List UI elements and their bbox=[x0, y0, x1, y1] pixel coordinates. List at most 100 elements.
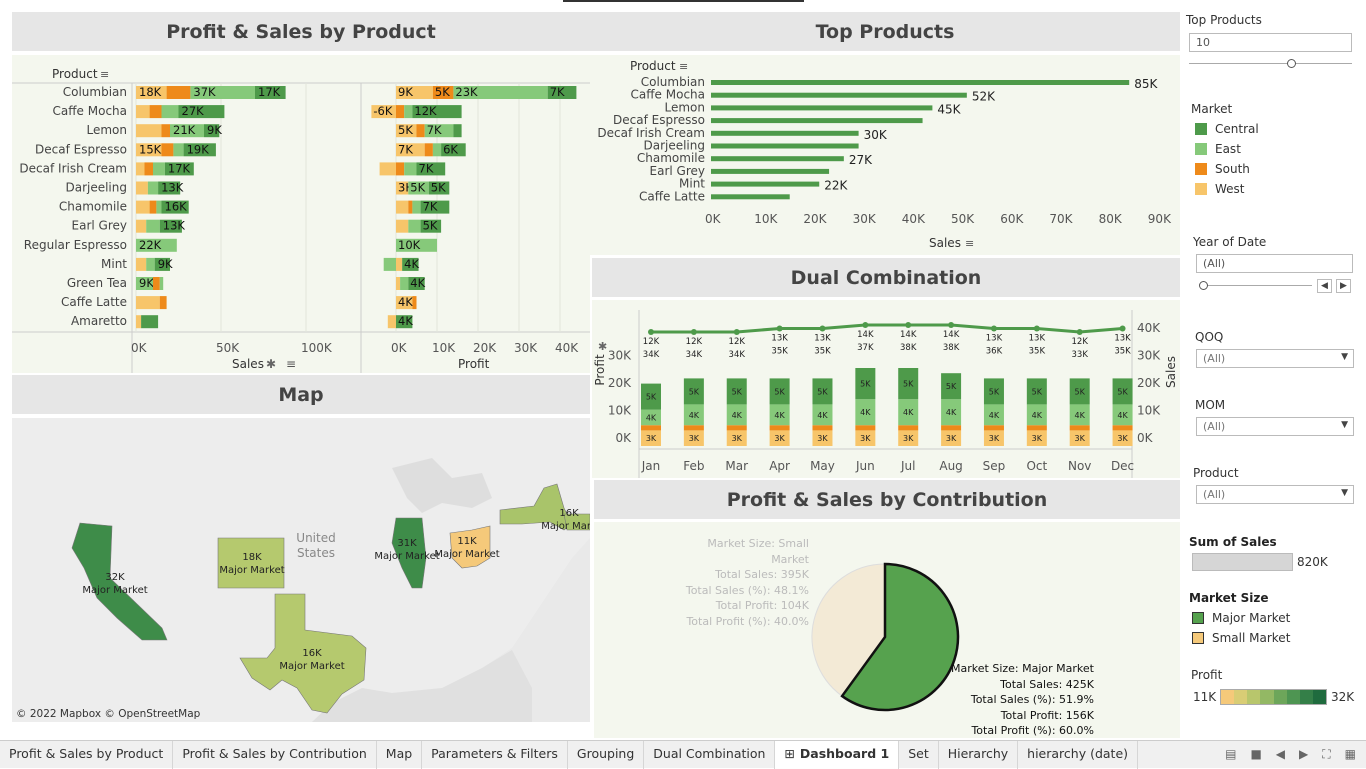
profit-sales-chart[interactable]: Product ≡0K 50K 100K 0K 10K 20K 30K 40KSales ✱ ≡ Pr… bbox=[12, 55, 590, 373]
profit-bar-segment[interactable] bbox=[408, 219, 421, 233]
bar-segment[interactable] bbox=[812, 425, 833, 431]
bar-segment[interactable] bbox=[683, 425, 704, 431]
product-dropdown[interactable]: (All) ▼ bbox=[1196, 485, 1354, 504]
product-label[interactable]: Decaf Espresso bbox=[35, 142, 127, 156]
mom-dropdown[interactable]: (All) ▼ bbox=[1196, 417, 1354, 436]
sales-bar-segment[interactable] bbox=[161, 143, 174, 157]
sales-bar-segment[interactable] bbox=[149, 200, 157, 214]
trend-point[interactable] bbox=[1119, 325, 1126, 332]
legend-west[interactable]: West bbox=[1195, 182, 1245, 196]
top-product-bar[interactable] bbox=[711, 130, 859, 136]
top-product-bar[interactable] bbox=[711, 80, 1130, 85]
product-label[interactable]: Earl Grey bbox=[72, 219, 127, 233]
map-panel[interactable]: 32K Major Market 18K Major Market 16K Major M… bbox=[12, 418, 590, 722]
tab-map[interactable]: Map bbox=[377, 740, 423, 769]
top-products-chart[interactable]: Product ≡Columbian 85KCaffe Mocha 52KLemon 4… bbox=[590, 55, 1180, 255]
legend-major-market[interactable]: Major Market bbox=[1192, 611, 1290, 625]
product-label[interactable]: Caffe Latte bbox=[61, 295, 127, 309]
year-prev-button[interactable]: ◀ bbox=[1317, 279, 1332, 293]
sales-bar-segment[interactable] bbox=[161, 124, 171, 138]
profit-bar-segment[interactable] bbox=[396, 200, 409, 214]
trend-point[interactable] bbox=[862, 322, 869, 328]
trend-point[interactable] bbox=[776, 325, 783, 332]
tab-profit-sales-product[interactable]: Profit & Sales by Product bbox=[0, 740, 174, 769]
product-label[interactable]: Amaretto bbox=[71, 314, 127, 328]
profit-bar-segment[interactable] bbox=[396, 277, 401, 290]
fit-screen-icon[interactable]: ⛶ bbox=[1322, 747, 1330, 762]
tab-grouping[interactable]: Grouping bbox=[568, 740, 645, 769]
grid-view-icon[interactable]: ▦ bbox=[1345, 747, 1356, 762]
profit-bar-segment[interactable] bbox=[404, 105, 413, 119]
legend-small-market[interactable]: Small Market bbox=[1192, 631, 1290, 645]
sort-icon[interactable]: ≡ bbox=[679, 60, 688, 73]
profit-bar-segment[interactable] bbox=[379, 162, 396, 176]
trend-point[interactable] bbox=[648, 329, 654, 335]
profit-bar-segment[interactable] bbox=[416, 124, 425, 138]
sales-bar-segment[interactable] bbox=[173, 143, 184, 157]
product-label[interactable]: Regular Espresso bbox=[24, 238, 127, 252]
sort-icon[interactable]: ≡ bbox=[286, 357, 296, 371]
profit-bar-segment[interactable] bbox=[453, 124, 462, 138]
product-label[interactable]: Mint bbox=[101, 257, 127, 271]
sales-bar-segment[interactable] bbox=[136, 181, 148, 195]
top-products-slider-handle[interactable] bbox=[1287, 59, 1296, 68]
sales-bar-segment[interactable] bbox=[136, 200, 150, 214]
product-label[interactable]: Columbian bbox=[63, 85, 127, 99]
bar-segment[interactable] bbox=[983, 425, 1004, 431]
product-label[interactable]: Chamomile bbox=[59, 200, 127, 214]
profit-bar-segment[interactable] bbox=[387, 315, 396, 329]
dual-combination-chart[interactable]: 0K 10K 20K 30K 0K 10K 20K 30K 40K Profit✱ Sales Jan… bbox=[592, 300, 1180, 478]
qoq-dropdown[interactable]: (All) ▼ bbox=[1196, 349, 1354, 368]
pin-icon[interactable]: ✱ bbox=[598, 340, 607, 353]
top-product-bar[interactable] bbox=[711, 143, 859, 149]
product-label[interactable]: Decaf Irish Cream bbox=[19, 161, 127, 175]
profit-bar-segment[interactable] bbox=[404, 162, 417, 176]
pin-icon[interactable]: ✱ bbox=[266, 357, 276, 371]
bar-segment[interactable] bbox=[855, 425, 876, 431]
year-next-button[interactable]: ▶ bbox=[1336, 279, 1351, 293]
product-label[interactable]: Green Tea bbox=[67, 276, 127, 290]
top-product-bar[interactable] bbox=[711, 168, 830, 174]
profit-bar-segment[interactable] bbox=[424, 143, 433, 157]
sales-bar-segment[interactable] bbox=[136, 219, 147, 233]
bar-segment[interactable] bbox=[898, 425, 919, 431]
product-label[interactable]: Lemon bbox=[87, 123, 128, 137]
sales-bar-segment[interactable] bbox=[136, 162, 145, 176]
us-map[interactable]: 32K Major Market 18K Major Market 16K Major M… bbox=[12, 418, 590, 722]
bar-segment[interactable] bbox=[1026, 425, 1047, 431]
sales-bar-segment[interactable] bbox=[166, 86, 191, 99]
profit-bar-segment[interactable] bbox=[412, 200, 421, 214]
top-product-header[interactable]: Product bbox=[630, 59, 676, 73]
trend-point[interactable] bbox=[948, 322, 955, 328]
filmstrip-icon[interactable]: ▤ bbox=[1225, 747, 1236, 762]
sales-bar-segment[interactable] bbox=[147, 181, 159, 195]
trend-point[interactable] bbox=[905, 322, 912, 328]
tab-set[interactable]: Set bbox=[899, 740, 939, 769]
top-product-bar[interactable] bbox=[711, 194, 790, 200]
sales-bar-segment[interactable] bbox=[159, 296, 167, 310]
bar-segment[interactable] bbox=[941, 425, 962, 431]
tab-dashboard-1[interactable]: ⊞ Dashboard 1 bbox=[775, 740, 900, 769]
tab-profit-sales-contribution[interactable]: Profit & Sales by Contribution bbox=[173, 740, 377, 769]
sales-bar-segment[interactable] bbox=[136, 105, 150, 119]
legend-south[interactable]: South bbox=[1195, 162, 1250, 176]
sort-icon[interactable]: ≡ bbox=[100, 68, 109, 81]
top-product-bar[interactable] bbox=[711, 105, 933, 111]
trend-point[interactable] bbox=[733, 329, 740, 335]
top-product-bar[interactable] bbox=[711, 156, 844, 162]
prev-sheet-icon[interactable]: ◀ bbox=[1276, 747, 1285, 762]
profit-bar-segment[interactable] bbox=[396, 219, 409, 233]
top-product-bar[interactable] bbox=[711, 181, 820, 187]
sales-bar-segment[interactable] bbox=[156, 200, 162, 214]
profit-trend-line[interactable] bbox=[651, 323, 1123, 334]
profit-bar-segment[interactable] bbox=[412, 296, 417, 310]
top-products-slider[interactable] bbox=[1189, 63, 1352, 64]
bar-segment[interactable] bbox=[1069, 425, 1090, 431]
bar-segment[interactable] bbox=[1112, 425, 1133, 431]
top-products-input[interactable]: 10 bbox=[1189, 33, 1352, 52]
legend-central[interactable]: Central bbox=[1195, 122, 1259, 136]
profit-bar-segment[interactable] bbox=[396, 257, 403, 271]
profit-bar-segment[interactable] bbox=[396, 105, 405, 119]
legend-east[interactable]: East bbox=[1195, 142, 1241, 156]
next-sheet-icon[interactable]: ▶ bbox=[1299, 747, 1308, 762]
